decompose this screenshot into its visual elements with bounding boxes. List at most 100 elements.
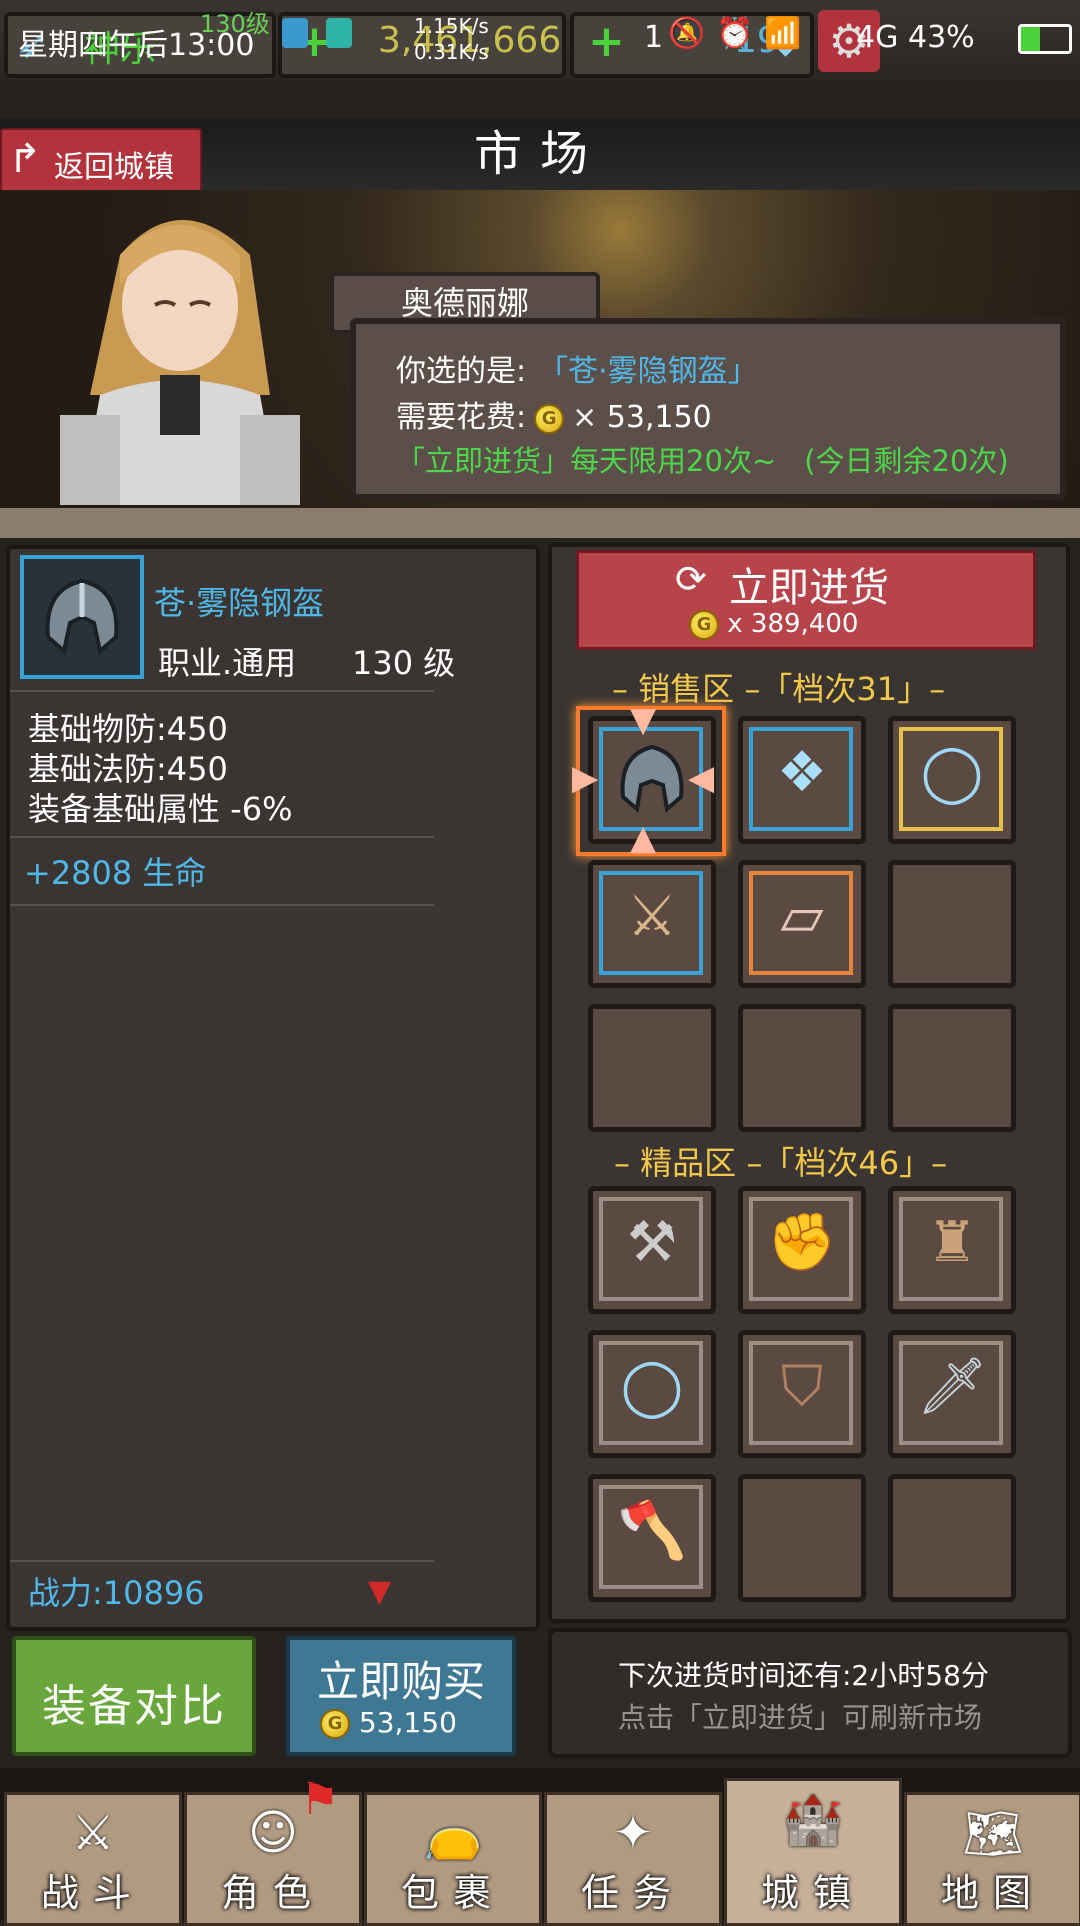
npc-dialog-box: 你选的是: 「苍·雾隐钢盔」 需要花费: G × 53,150 「立即进货」每天限用2… bbox=[350, 318, 1066, 500]
amulet-icon: ❖ bbox=[776, 740, 828, 805]
premium-slot-1[interactable]: ⚒ bbox=[588, 1186, 716, 1314]
tab-bag[interactable]: 👝 包裹 bbox=[364, 1792, 542, 1926]
bonus-stat: +2808 生命 bbox=[24, 854, 207, 892]
premium-section-title: – 精品区 –「档次46」– bbox=[614, 1144, 948, 1182]
compare-label: 装备对比 bbox=[42, 1681, 226, 1732]
back-button-label: 返回城镇 bbox=[54, 150, 174, 185]
network-type: 4G bbox=[856, 20, 899, 55]
divider-line bbox=[10, 904, 434, 906]
sale-slot-4[interactable]: ⚔ bbox=[588, 860, 716, 988]
item-class: 职业.通用 bbox=[158, 644, 297, 682]
buy-label: 立即购买 bbox=[316, 1657, 485, 1706]
divider-line bbox=[10, 690, 434, 692]
buy-cost: 53,150 bbox=[358, 1706, 457, 1739]
arrow-up-icon: ▲ bbox=[630, 818, 657, 858]
cost-prefix: 需要花费: bbox=[396, 400, 527, 435]
sale-slot-3[interactable]: ◯ bbox=[888, 716, 1016, 844]
section-divider bbox=[0, 508, 1080, 538]
power-down-arrow-icon: ▼ bbox=[368, 1574, 392, 1609]
buy-now-button[interactable]: 立即购买 G 53,150 bbox=[286, 1636, 516, 1756]
sale-slot-empty[interactable] bbox=[588, 1004, 716, 1132]
divider-line bbox=[10, 836, 434, 838]
dagger-icon: 🗡 bbox=[916, 1354, 988, 1419]
selected-item-name: 「苍·雾隐钢盔」 bbox=[538, 354, 758, 389]
sale-slot-empty[interactable] bbox=[738, 1004, 866, 1132]
refresh-icon: ⟳ bbox=[675, 557, 707, 601]
quest-icon: ✦ bbox=[612, 1805, 654, 1861]
gold-coin-icon: G bbox=[320, 1709, 350, 1739]
restock-cost: x 389,400 bbox=[727, 609, 859, 639]
net-down-speed: 0.31K/s bbox=[414, 40, 489, 64]
refresh-hint: 点击「立即进货」可刷新市场 bbox=[618, 1701, 983, 1734]
premium-slot-5[interactable]: ⛉ bbox=[738, 1330, 866, 1458]
bag-icon: 👝 bbox=[423, 1806, 483, 1862]
alarm-icon: ⏰ bbox=[716, 16, 754, 51]
gold-coin-icon: G bbox=[689, 609, 719, 640]
restock-button[interactable]: ⟳ 立即进货 G x 389,400 bbox=[576, 550, 1036, 650]
compare-equipment-button[interactable]: 装备对比 bbox=[12, 1636, 256, 1756]
axe-icon: 🪓 bbox=[617, 1498, 687, 1563]
tab-map[interactable]: 🗺 地图 bbox=[904, 1792, 1080, 1926]
premium-slot-empty[interactable] bbox=[888, 1474, 1016, 1602]
remaining-note: (今日剩余20次) bbox=[804, 444, 1009, 478]
wifi-icon: 📶 bbox=[764, 16, 802, 51]
sale-section-title: – 销售区 –「档次31」– bbox=[612, 670, 946, 708]
arrow-left-icon: ◀ bbox=[688, 758, 715, 798]
scroll-icon: ▱ bbox=[780, 884, 824, 949]
notification-count: 1 bbox=[644, 20, 664, 55]
stat-base-attr: 装备基础属性 -6% bbox=[28, 790, 293, 828]
alert-flag-icon: ⚑ bbox=[300, 1774, 340, 1825]
return-arrow-icon: ↱ bbox=[8, 136, 42, 182]
premium-slot-3[interactable]: ♜ bbox=[888, 1186, 1016, 1314]
tab-quest[interactable]: ✦ 任务 bbox=[544, 1792, 722, 1926]
sword-icon: ⚔ bbox=[626, 884, 678, 949]
tab-label: 包裹 bbox=[400, 1871, 505, 1915]
back-to-town-button[interactable]: ↱ 返回城镇 bbox=[0, 128, 202, 194]
castle-icon: 🏰 bbox=[783, 1792, 843, 1848]
restock-label: 立即进货 bbox=[729, 565, 889, 611]
premium-slot-4[interactable]: ◯ bbox=[588, 1330, 716, 1458]
shield-icon: ⛉ bbox=[781, 1354, 823, 1419]
tab-label: 城镇 bbox=[760, 1871, 865, 1915]
premium-slot-2[interactable]: ✊ bbox=[738, 1186, 866, 1314]
selected-prefix: 你选的是: bbox=[396, 354, 527, 389]
ring-icon: ◯ bbox=[920, 740, 984, 805]
armor-icon: ♜ bbox=[926, 1210, 978, 1275]
premium-slot-empty[interactable] bbox=[738, 1474, 866, 1602]
status-time: 星期四午后13:00 bbox=[18, 28, 255, 63]
gold-coin-icon: G bbox=[534, 403, 565, 434]
power-value: 战力:10896 bbox=[28, 1574, 205, 1612]
tab-battle[interactable]: ⚔ 战斗 bbox=[4, 1792, 182, 1926]
add-gem-icon[interactable]: + bbox=[588, 20, 625, 64]
sale-slot-2[interactable]: ❖ bbox=[738, 716, 866, 844]
restock-note: 「立即进货」每天限用20次~ bbox=[396, 444, 777, 478]
battery-saver-icon bbox=[282, 18, 308, 48]
cost-value: × 53,150 bbox=[572, 400, 712, 435]
restock-timer-panel: 下次进货时间还有:2小时58分 点击「立即进货」可刷新市场 bbox=[548, 1628, 1072, 1758]
next-restock-time: 下次进货时间还有:2小时58分 bbox=[618, 1659, 989, 1692]
selected-item-icon bbox=[20, 555, 144, 679]
ring-icon: ◯ bbox=[620, 1354, 684, 1419]
screenshot-icon bbox=[326, 18, 352, 48]
flail-icon: ⚒ bbox=[626, 1210, 678, 1275]
gauntlet-icon: ✊ bbox=[767, 1210, 837, 1275]
tab-label: 战斗 bbox=[40, 1871, 145, 1915]
premium-slot-6[interactable]: 🗡 bbox=[888, 1330, 1016, 1458]
battery-icon bbox=[1018, 24, 1072, 54]
crossed-swords-icon: ⚔ bbox=[71, 1805, 115, 1861]
npc-portrait bbox=[60, 220, 300, 505]
divider-line bbox=[10, 1560, 434, 1562]
item-name: 苍·雾隐钢盔 bbox=[154, 584, 325, 622]
map-icon: 🗺 bbox=[962, 1806, 1024, 1862]
sale-slot-5[interactable]: ▱ bbox=[738, 860, 866, 988]
arrow-right-icon: ▶ bbox=[572, 758, 599, 798]
battery-percent: 43% bbox=[908, 20, 975, 55]
sale-slot-empty[interactable] bbox=[888, 1004, 1016, 1132]
premium-slot-7[interactable]: 🪓 bbox=[588, 1474, 716, 1602]
arrow-down-icon: ▼ bbox=[630, 700, 657, 740]
tab-town[interactable]: 🏰 城镇 bbox=[724, 1778, 902, 1926]
tab-label: 地图 bbox=[940, 1871, 1045, 1915]
sale-slot-empty[interactable] bbox=[888, 860, 1016, 988]
net-up-speed: 1.15K/s bbox=[414, 14, 489, 38]
tab-label: 角色 bbox=[220, 1871, 325, 1915]
